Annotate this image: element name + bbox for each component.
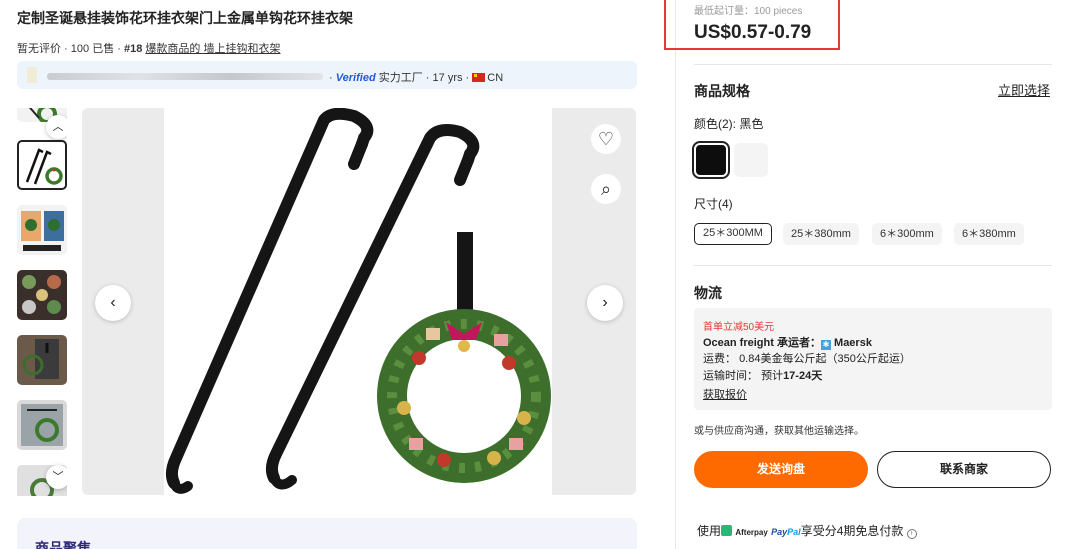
thumbnail-selected[interactable]	[17, 140, 67, 190]
supplier-country: CN	[487, 72, 504, 84]
price-highlight-box	[664, 0, 840, 50]
send-inquiry-button[interactable]: 发送询盘	[694, 451, 868, 488]
logistics-title: 物流	[694, 285, 722, 301]
chevron-down-icon: ﹀	[52, 471, 64, 483]
payment-note: 使用 Afterpay PayPal享受分4期免息付款 i	[697, 522, 917, 539]
supplier-bar[interactable]: · Verified 实力工厂 · 17 yrs · CN	[17, 61, 637, 89]
carrier-name: Maersk	[834, 337, 872, 349]
fee-value: 0.84美金每公斤起（350公斤起运）	[739, 353, 911, 365]
rank-category-link[interactable]: 爆款商品的 墙上挂钩和衣架	[145, 43, 280, 55]
thumbnail-strip: ︿ ﹀	[17, 108, 67, 496]
chevron-right-icon: ›	[602, 294, 608, 311]
paypal-logo: PayPal	[771, 527, 801, 537]
divider	[694, 265, 1052, 266]
thumbnail-up-button[interactable]: ︿	[46, 115, 67, 139]
info-icon[interactable]: i	[906, 529, 917, 539]
logistics-note: 或与供应商沟通，获取其他运输选择。	[694, 426, 864, 437]
get-quote-link[interactable]: 获取报价	[703, 386, 747, 402]
supplier-years: 17 yrs	[432, 72, 463, 84]
size-option[interactable]: 6＊300mm	[872, 223, 942, 245]
specs-title: 商品规格	[694, 83, 750, 99]
afterpay-icon	[721, 525, 733, 536]
logistics-box: 首单立减50美元 Ocean freight 承运者： ✱ Maersk 运费： …	[694, 308, 1052, 410]
size-option[interactable]: 25＊380mm	[783, 223, 859, 245]
thumbnail[interactable]	[17, 205, 67, 255]
purchase-panel: 最低起订量：100 pieces US$0.57-0.79 商品规格 立即选择 …	[664, 0, 1054, 549]
thumbnail-down-button[interactable]: ﹀	[46, 465, 67, 489]
color-swatch-white[interactable]	[734, 143, 768, 177]
rank-badge: #18	[123, 43, 143, 55]
column-divider	[675, 0, 676, 549]
next-image-button[interactable]: ›	[587, 285, 623, 321]
divider	[694, 64, 1052, 65]
product-left-panel: 定制圣诞悬挂装饰花环挂衣架门上金属单钩花环挂衣架 暂无评价 · 100 已售 ·…	[0, 0, 660, 549]
maersk-star-icon: ✱	[820, 340, 831, 350]
heart-icon: ♡	[597, 129, 615, 149]
color-label: 颜色(2): 黑色	[694, 117, 764, 131]
color-swatch-black[interactable]	[692, 141, 730, 179]
time-row: 运输时间： 预计17-24天	[703, 370, 823, 382]
hanger-illustration	[165, 108, 551, 494]
size-option-selected[interactable]: 25＊300MM	[694, 223, 772, 245]
china-flag-icon	[472, 73, 486, 82]
scan-search-icon: ⌕	[600, 179, 612, 199]
chevron-up-icon: ︿	[52, 121, 64, 133]
ai-highlights-section: 商品聚焦	[17, 518, 637, 549]
product-meta: 暂无评价 · 100 已售 · #18 爆款商品的 墙上挂钩和衣架	[17, 43, 281, 55]
size-label: 尺寸(4)	[694, 197, 733, 211]
supplier-info: · Verified 实力工厂 · 17 yrs · CN	[329, 72, 504, 84]
select-now-link[interactable]: 立即选择	[998, 80, 1050, 99]
verified-badge: Verified	[335, 72, 376, 84]
sold-count: 100 已售	[70, 43, 115, 55]
supplier-logo	[27, 67, 37, 83]
prev-image-button[interactable]: ‹	[95, 285, 131, 321]
thumbnail[interactable]	[17, 270, 67, 320]
afterpay-label: Afterpay	[735, 528, 768, 537]
size-option[interactable]: 6＊380mm	[954, 223, 1024, 245]
supplier-name-redacted[interactable]	[47, 73, 323, 80]
contact-supplier-button[interactable]: 联系商家	[877, 451, 1051, 488]
chevron-left-icon: ‹	[110, 294, 116, 311]
thumbnail[interactable]	[17, 335, 67, 385]
time-value: 17-24天	[783, 370, 823, 382]
main-product-image: ‹ › ♡ ⌕	[82, 108, 636, 495]
logistics-promo: 首单立减50美元	[703, 322, 775, 333]
ai-highlights-label: 商品聚焦	[35, 540, 91, 549]
image-search-button[interactable]: ⌕	[591, 174, 621, 204]
product-title: 定制圣诞悬挂装饰花环挂衣架门上金属单钩花环挂衣架	[17, 10, 353, 26]
image-canvas	[164, 108, 552, 495]
favorite-button[interactable]: ♡	[591, 124, 621, 154]
carrier-row: Ocean freight 承运者： ✱ Maersk	[703, 337, 872, 350]
supplier-type: 实力工厂	[378, 72, 423, 84]
fee-row: 运费： 0.84美金每公斤起（350公斤起运）	[703, 353, 911, 365]
thumbnail[interactable]	[17, 400, 67, 450]
rating-text: 暂无评价	[17, 43, 61, 55]
